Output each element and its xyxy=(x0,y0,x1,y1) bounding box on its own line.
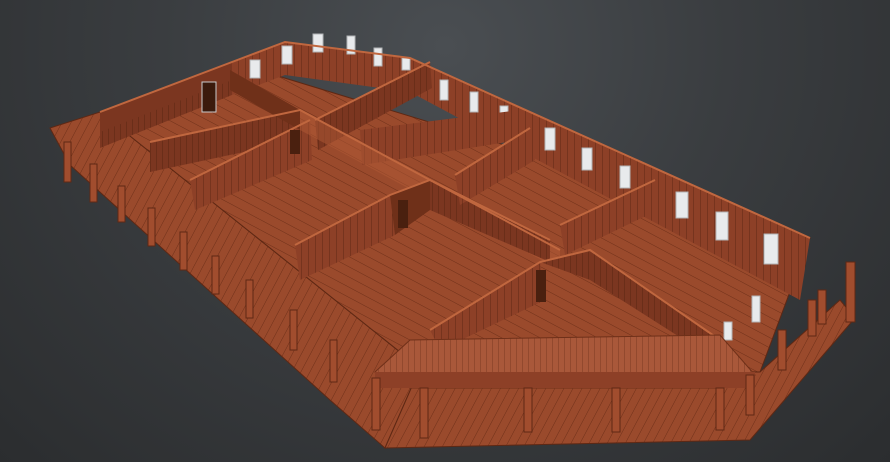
porch-roof-fascia xyxy=(375,372,755,388)
3d-viewport[interactable] xyxy=(0,0,890,462)
building-model-render[interactable] xyxy=(0,0,890,462)
